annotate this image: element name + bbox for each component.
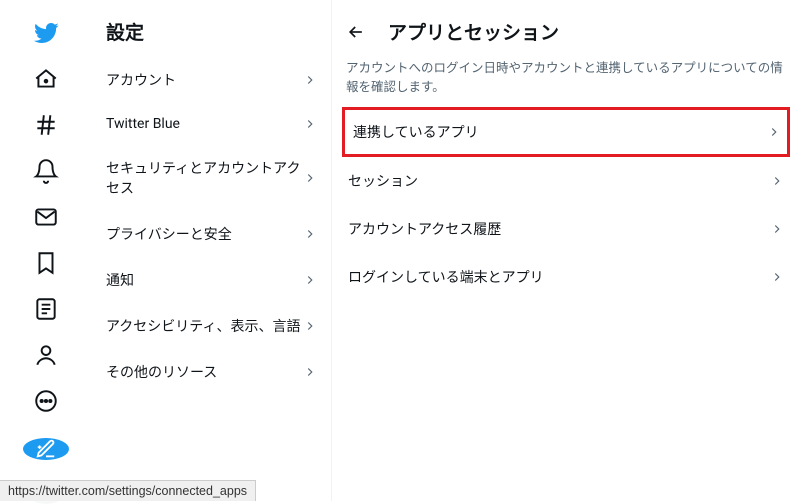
profile-icon[interactable]	[33, 342, 59, 368]
settings-item-security[interactable]: セキュリティとアカウントアクセス	[92, 145, 331, 211]
settings-title: 設定	[92, 18, 331, 57]
main-item-access-history[interactable]: アカウントアクセス履歴	[332, 205, 800, 253]
notifications-icon[interactable]	[33, 158, 59, 184]
chevron-right-icon	[303, 227, 317, 241]
chevron-right-icon	[770, 222, 784, 236]
settings-item-label: アカウント	[106, 70, 176, 90]
settings-item-notifications[interactable]: 通知	[92, 257, 331, 303]
status-bar-url: https://twitter.com/settings/connected_a…	[0, 480, 256, 501]
nav-rail	[0, 0, 92, 501]
main-item-label: 連携しているアプリ	[353, 122, 479, 142]
main-item-label: アカウントアクセス履歴	[348, 219, 501, 239]
chevron-right-icon	[303, 171, 317, 185]
chevron-right-icon	[767, 125, 781, 139]
chevron-right-icon	[303, 117, 317, 131]
messages-icon[interactable]	[33, 204, 59, 230]
settings-item-privacy[interactable]: プライバシーと安全	[92, 211, 331, 257]
main-item-connected-apps[interactable]: 連携しているアプリ	[342, 107, 790, 157]
page-title: アプリとセッション	[388, 18, 559, 45]
settings-item-resources[interactable]: その他のリソース	[92, 349, 331, 395]
settings-item-label: プライバシーと安全	[106, 224, 232, 244]
settings-item-account[interactable]: アカウント	[92, 57, 331, 103]
compose-button[interactable]	[23, 438, 69, 460]
settings-item-label: アクセシビリティ、表示、言語	[106, 316, 300, 336]
settings-item-label: セキュリティとアカウントアクセス	[106, 158, 303, 198]
lists-icon[interactable]	[33, 296, 59, 322]
main-item-label: ログインしている端末とアプリ	[348, 267, 544, 287]
main-item-logged-in-devices[interactable]: ログインしている端末とアプリ	[332, 253, 800, 301]
settings-sidebar: 設定 アカウント Twitter Blue セキュリティとアカウントアクセス プ…	[92, 0, 332, 501]
explore-icon[interactable]	[33, 112, 59, 138]
twitter-logo-icon[interactable]	[33, 20, 59, 46]
settings-item-label: その他のリソース	[106, 362, 217, 382]
chevron-right-icon	[303, 73, 317, 87]
main-content: アプリとセッション アカウントへのログイン日時やアカウントと連携しているアプリに…	[332, 0, 800, 501]
chevron-right-icon	[303, 319, 317, 333]
chevron-right-icon	[303, 365, 317, 379]
back-button[interactable]	[346, 22, 366, 42]
settings-item-label: 通知	[106, 270, 134, 290]
home-icon[interactable]	[33, 66, 59, 92]
main-item-label: セッション	[348, 171, 418, 191]
chevron-right-icon	[303, 273, 317, 287]
settings-item-accessibility[interactable]: アクセシビリティ、表示、言語	[92, 303, 331, 349]
settings-item-label: Twitter Blue	[106, 116, 180, 132]
bookmarks-icon[interactable]	[33, 250, 59, 276]
page-description: アカウントへのログイン日時やアカウントと連携しているアプリについての情報を確認し…	[332, 51, 800, 107]
chevron-right-icon	[770, 270, 784, 284]
main-item-sessions[interactable]: セッション	[332, 157, 800, 205]
more-icon[interactable]	[33, 388, 59, 414]
settings-item-twitter-blue[interactable]: Twitter Blue	[92, 103, 331, 145]
chevron-right-icon	[770, 174, 784, 188]
